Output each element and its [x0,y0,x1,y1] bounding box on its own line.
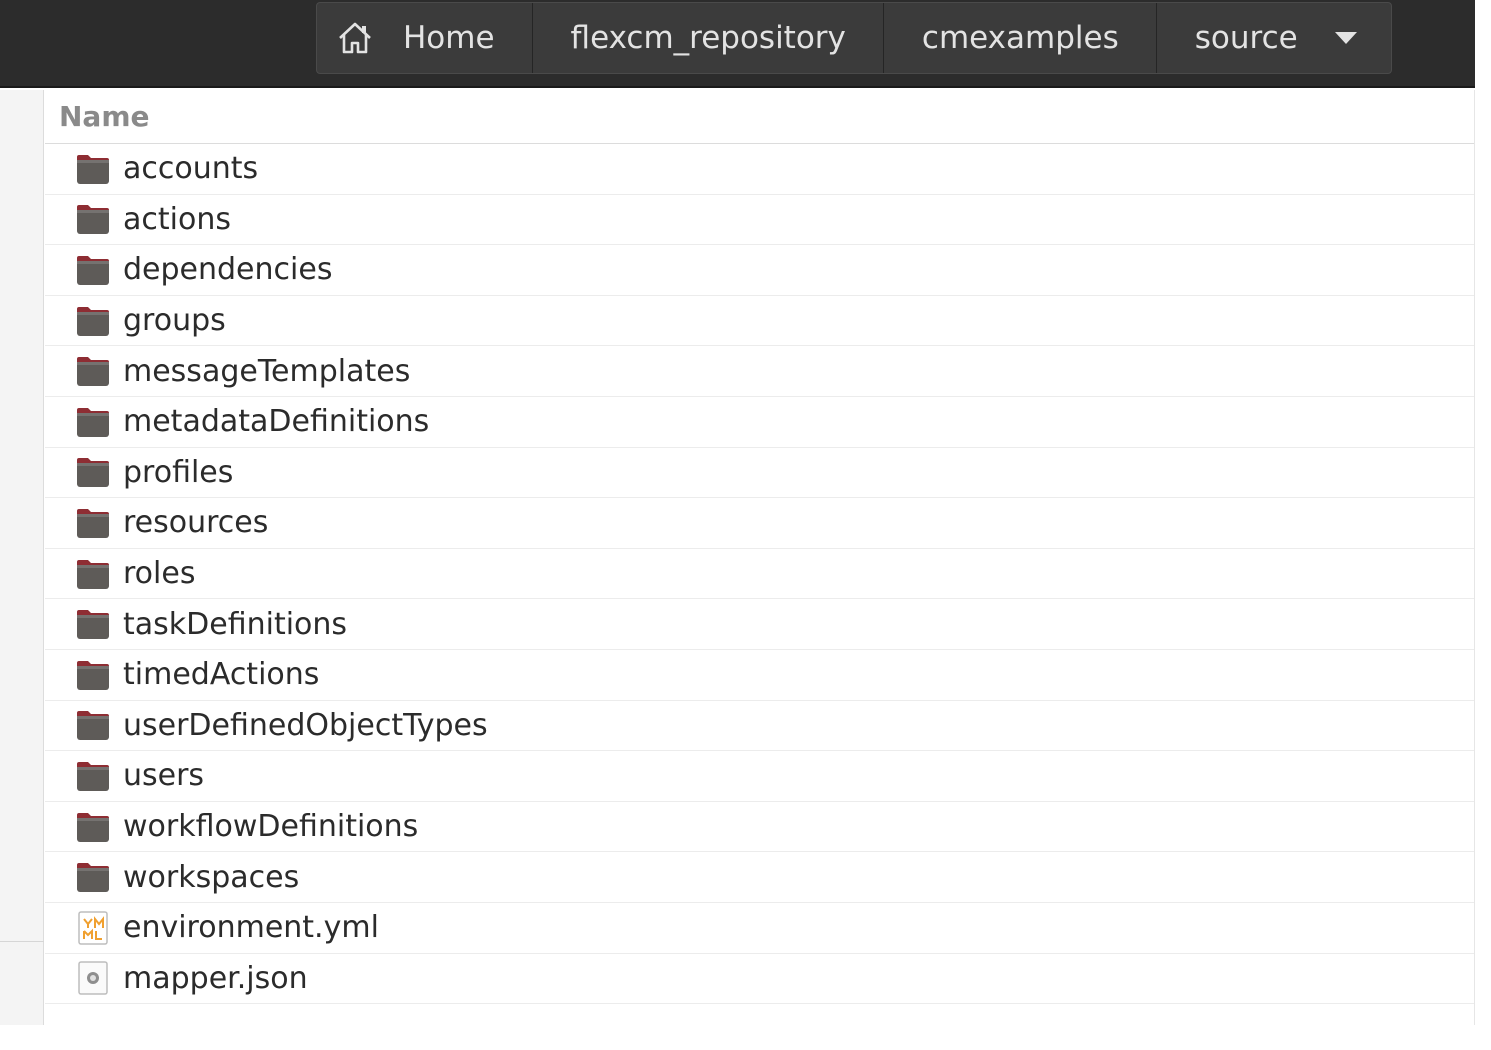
file-list-row[interactable]: actions [45,195,1474,246]
file-list-row[interactable]: taskDefinitions [45,599,1474,650]
file-name: environment.yml [123,910,379,946]
file-name: userDefinedObjectTypes [123,707,488,743]
file-list-row[interactable]: userDefinedObjectTypes [45,701,1474,752]
file-name: actions [123,201,231,237]
folder-icon [77,559,109,589]
header-bar: Home flexcm_repository cmexamples source [0,0,1475,88]
folder-icon [77,508,109,538]
file-name: metadataDefinitions [123,404,430,440]
file-list-row[interactable]: roles [45,549,1474,600]
folder-icon [77,205,109,235]
file-list: Name accounts actions dependencies groups me… [45,90,1475,1025]
chevron-down-icon[interactable] [1334,31,1358,45]
folder-icon [77,863,109,893]
yaml-file-icon [78,910,108,945]
file-name: roles [123,556,196,592]
file-name: groups [123,303,226,339]
file-list-row[interactable]: accounts [45,144,1474,195]
file-list-row[interactable]: mapper.json [45,954,1474,1005]
path-crumb-home[interactable]: Home [317,3,533,73]
column-header-label: Name [59,100,150,133]
folder-icon [77,812,109,842]
file-name: accounts [123,151,259,187]
path-bar: Home flexcm_repository cmexamples source [316,2,1392,74]
file-name: mapper.json [123,960,308,996]
file-list-row[interactable]: messageTemplates [45,346,1474,397]
file-name: resources [123,505,269,541]
path-crumb-label: flexcm_repository [570,20,846,56]
path-crumb-label: cmexamples [921,20,1119,56]
sidebar-divider [0,941,44,942]
file-list-row[interactable]: workflowDefinitions [45,802,1474,853]
file-list-row[interactable]: groups [45,296,1474,347]
folder-icon [77,610,109,640]
json-file-icon [78,961,108,996]
home-icon [339,22,371,54]
file-list-row[interactable]: timedActions [45,650,1474,701]
file-list-row[interactable]: environment.yml [45,903,1474,954]
file-list-row[interactable]: workspaces [45,852,1474,903]
file-list-row[interactable]: resources [45,498,1474,549]
file-name: dependencies [123,252,333,288]
file-name: workflowDefinitions [123,809,419,845]
path-crumb-cmexamples[interactable]: cmexamples [884,3,1157,73]
folder-icon [77,357,109,387]
file-list-row[interactable]: dependencies [45,245,1474,296]
folder-icon [77,761,109,791]
file-name: profiles [123,454,234,490]
file-name: workspaces [123,859,300,895]
folder-icon [77,154,109,184]
file-name: taskDefinitions [123,606,348,642]
path-crumb-label: Home [403,20,495,56]
column-header-name[interactable]: Name [45,90,1474,144]
file-list-row[interactable]: profiles [45,448,1474,499]
file-list-row[interactable]: users [45,751,1474,802]
file-name: messageTemplates [123,353,411,389]
path-crumb-source[interactable]: source [1157,3,1391,73]
folder-icon [77,306,109,336]
folder-icon [77,407,109,437]
sidebar-strip [0,90,44,1025]
path-crumb-flexcm-repository[interactable]: flexcm_repository [533,3,884,73]
file-list-row[interactable]: metadataDefinitions [45,397,1474,448]
folder-icon [77,458,109,488]
path-crumb-label: source [1194,20,1298,56]
folder-icon [77,660,109,690]
file-name: timedActions [123,657,320,693]
folder-icon [77,711,109,741]
file-name: users [123,758,205,794]
folder-icon [77,255,109,285]
